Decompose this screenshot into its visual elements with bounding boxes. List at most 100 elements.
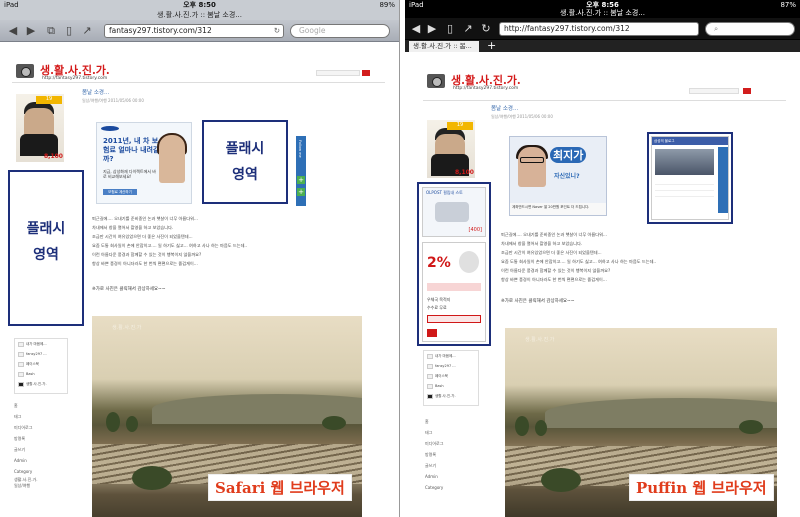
flash-area-box-top: 플래시 영역 (202, 120, 288, 204)
photo-tree-group (541, 468, 581, 492)
nav-item[interactable]: 글쓰기 (425, 460, 485, 471)
body-paragraph: 차내에서 창을 열어서 촬영을 하고 보았습니다. (501, 241, 583, 246)
widget-row[interactable]: 내가 마음에... (18, 342, 47, 347)
browser-label: Safari 웹 브라우저 (208, 474, 352, 501)
blog-search-button[interactable] (362, 70, 370, 76)
nav-item[interactable]: Admin (14, 455, 74, 466)
search-icon: ⌕ (714, 24, 719, 33)
share-icon[interactable]: ↗ (461, 22, 475, 36)
nav-item[interactable]: 홈 (14, 400, 74, 411)
nav-item[interactable]: 일상/여행 (14, 483, 74, 489)
post-title[interactable]: 봄날 소경... (491, 104, 518, 112)
tabs-icon[interactable]: ⧉ (44, 24, 58, 38)
body-paragraph: 요즘 도통 회사일이 손에 안잡히고.... 일 하기도 싫고... 여하고 사… (501, 259, 657, 264)
share-icon[interactable]: ↗ (80, 24, 94, 38)
tab-current[interactable]: 생.활.사.진.가 :: 봄... (409, 41, 479, 52)
widget-row[interactable]: fansy297 ... (427, 364, 456, 369)
ad-button[interactable] (427, 315, 481, 323)
nav-item[interactable]: Category (14, 466, 74, 477)
twitter-icon (18, 352, 24, 357)
bookmarks-icon[interactable]: ▯ (62, 24, 76, 38)
nav-item[interactable]: 태그 (14, 411, 74, 422)
url-text: fantasy297.tistory.com/312 (109, 26, 212, 35)
widget-row[interactable]: fansy297 ... (18, 352, 47, 357)
samsung-insurance-ad[interactable]: 2011년, 내 차 보험료 얼마나 내려갈까? 지금, 삼성화재 다이렉트에서… (96, 122, 192, 204)
page-title: 생.활.사.진.가 :: 봄날 소경... (405, 8, 800, 18)
tab-bar: 생.활.사.진.가 :: 봄... + (405, 40, 800, 52)
ad-code: [400] (468, 227, 482, 233)
puffin-toolbar: ◀ ▶ ▯ ↗ ↻ http://fantasy297.tistory.com/… (405, 18, 800, 40)
blog-search-button[interactable] (743, 88, 751, 94)
body-paragraph: 퇴근길에.... 오내기를 준비중인 논과 햇살이 너무 아름다워... (92, 216, 198, 221)
url-bar[interactable]: fantasy297.tistory.com/312 ↻ (104, 24, 284, 38)
body-paragraph: 이런 아름다운 풍경과 함께할 수 있는 것이 행복이지 않을까요? (92, 252, 202, 257)
back-icon[interactable]: ◀ (409, 22, 423, 36)
social-widget: 내가 마음에... fansy297 ... 페이스북 Bash 생활.사.진.… (14, 338, 68, 394)
search-input[interactable]: ⌕ (705, 22, 795, 36)
follow-me-strip[interactable] (718, 147, 728, 213)
reload-icon[interactable]: ↻ (479, 22, 493, 36)
ad-bar (427, 283, 481, 291)
nav-item[interactable]: Admin (425, 471, 485, 482)
insurance-ad[interactable]: 2% 우체국 목적지 수수료 무료 (422, 242, 486, 342)
widget-row[interactable]: 페이스북 (427, 374, 448, 379)
reload-icon[interactable]: ↻ (274, 25, 280, 37)
plus-icon[interactable]: + (297, 188, 305, 196)
widget-row[interactable]: 생활.사.진.가. (427, 394, 456, 399)
avatar (18, 382, 24, 387)
ad-brand-icon (427, 329, 437, 337)
web-content: 생.활.사.진.가. http://fantasy297.tistory.com… (405, 54, 800, 517)
camera-logo-icon (16, 64, 34, 78)
sidebar-nav: 홈 태그 미디어로그 방명록 글쓰기 Admin Category 생활.사.진… (14, 400, 74, 489)
camera-logo-icon (427, 74, 445, 88)
status-bar: iPad 오후 8:50 89% (0, 0, 399, 10)
body-paragraph: 조금만 시간이 여유있었으면 더 좋은 사진이 되었을텐데... (92, 234, 193, 239)
new-tab-button[interactable]: + (487, 40, 496, 52)
nav-item[interactable]: 태그 (425, 427, 485, 438)
bookmarks-icon[interactable]: ▯ (443, 22, 457, 36)
profile-icon (18, 342, 24, 347)
forward-icon[interactable]: ▶ (425, 22, 439, 36)
widget-row[interactable]: Bash (18, 372, 35, 377)
post-meta: 일상/여행/여행 2011/05/06 00:00 (82, 98, 144, 103)
forward-icon[interactable]: ▶ (24, 24, 38, 38)
widget-row[interactable]: 생활.사.진.가. (18, 382, 47, 387)
nav-item[interactable]: 미디어로그 (425, 438, 485, 449)
flash-rendered-box-top: 삼성의 블로그 (647, 132, 733, 224)
post-office-ad[interactable]: OLPOST 필립내 스토 [400] (422, 187, 486, 237)
nav-item[interactable]: 홈 (425, 416, 485, 427)
post-title[interactable]: 봄날 소경... (82, 88, 109, 96)
ad-footer: 계좌만드시면 Naver 쌀 20만원 포인트 더 드립니다. (510, 203, 606, 215)
widget-photo (655, 149, 714, 175)
side-banner-ad[interactable]: 19 8,100 (427, 120, 475, 178)
nav-item[interactable]: 미디어로그 (14, 422, 74, 433)
widget-row[interactable]: 페이스북 (18, 362, 39, 367)
stock-account-ad[interactable]: 최지가 자신있니? 계좌만드시면 Naver 쌀 20만원 포인트 더 드립니다… (509, 136, 607, 216)
plus-icon[interactable]: + (297, 176, 305, 184)
widget-row[interactable]: 내가 마음에... (427, 354, 456, 359)
safari-screenshot: iPad 오후 8:50 89% 생.활.사.진.가 :: 봄날 소경... ◀… (0, 0, 400, 517)
search-input[interactable]: Google (290, 24, 390, 38)
samsung-blog-widget[interactable]: 삼성의 블로그 (651, 136, 729, 220)
header-divider (12, 82, 385, 83)
photo-tree (515, 416, 529, 436)
nav-item[interactable]: Category (425, 482, 485, 493)
blog-search-input[interactable] (316, 70, 360, 76)
widget-row[interactable]: Bash (427, 384, 444, 389)
follow-me-strip[interactable]: Follow me + + (296, 136, 306, 206)
body-paragraph: 항상 바쁜 풍경이 아니더라도 한 번씩 편편으로는 즐겁게이... (92, 261, 198, 266)
bash-icon (18, 372, 24, 377)
blog-search-input[interactable] (689, 88, 739, 94)
puffin-screenshot: iPad 오후 8:56 87% 생.활.사.진.가 :: 봄날 소경... ◀… (405, 0, 800, 517)
photo-watermark: 생.활.사.진.가 (112, 325, 142, 331)
ad-button[interactable]: 보험료 계산하기 (103, 189, 137, 195)
body-paragraph: 차내에서 창을 열어서 촬영을 하고 보았습니다. (92, 225, 174, 230)
back-icon[interactable]: ◀ (6, 24, 20, 38)
nav-item[interactable]: 방명록 (425, 449, 485, 460)
side-banner-ad[interactable]: 19 8,100 (16, 94, 64, 162)
nav-item[interactable]: 방명록 (14, 433, 74, 444)
url-bar[interactable]: http://fantasy297.tistory.com/312 (499, 22, 699, 36)
photo-tree (739, 420, 763, 434)
nav-item[interactable]: 글쓰기 (14, 444, 74, 455)
browser-label: Puffin 웹 브라우저 (629, 474, 774, 501)
